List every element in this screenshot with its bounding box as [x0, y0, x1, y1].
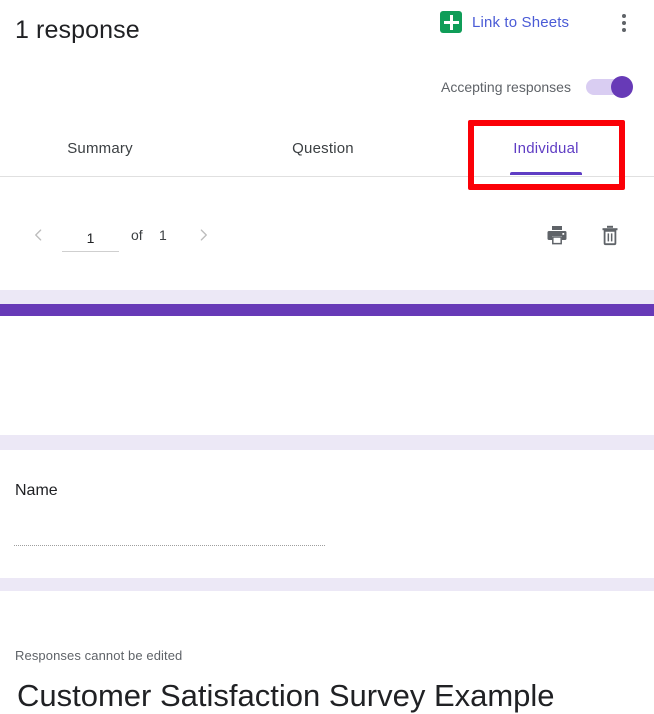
form-band-top [0, 290, 654, 304]
tab-individual-label: Individual [513, 140, 579, 157]
accepting-responses-label: Accepting responses [441, 79, 571, 95]
print-icon[interactable] [545, 223, 571, 249]
pagination-of-label: of [131, 227, 143, 243]
answer-underline [14, 544, 325, 546]
chevron-right-icon[interactable] [190, 221, 218, 249]
responses-cannot-be-edited-notice: Responses cannot be edited [15, 648, 183, 663]
pagination-total-pages: 1 [159, 227, 167, 243]
response-count: 1 response [15, 16, 140, 44]
link-to-sheets-button[interactable]: Link to Sheets [440, 11, 569, 33]
page-number-input[interactable] [62, 224, 119, 252]
form-title: Customer Satisfaction Survey Example [17, 678, 555, 713]
accepting-responses-row: Accepting responses [441, 76, 633, 98]
more-vert-dot [622, 21, 626, 25]
form-question-card: Name [0, 450, 654, 578]
tab-summary-label: Summary [67, 140, 133, 157]
tab-active-underline [510, 172, 582, 175]
question-label-name: Name [15, 482, 58, 499]
more-vert-dot [622, 14, 626, 18]
accepting-responses-toggle[interactable] [585, 76, 633, 98]
responses-page: 1 response Link to Sheets Accepting resp… [0, 0, 654, 713]
google-sheets-icon [440, 11, 462, 33]
tab-question[interactable]: Question [253, 122, 393, 175]
tab-summary[interactable]: Summary [30, 122, 170, 175]
tab-question-label: Question [292, 140, 354, 157]
toggle-knob [610, 76, 633, 98]
form-band-middle [0, 435, 654, 450]
more-vert-icon[interactable] [612, 11, 636, 35]
response-pagination: of 1 [0, 205, 654, 265]
responses-tab-bar: Summary Question Individual [0, 122, 654, 177]
chevron-left-icon[interactable] [24, 221, 52, 249]
tab-individual[interactable]: Individual [476, 122, 616, 175]
form-band-bottom [0, 578, 654, 591]
trash-icon[interactable] [598, 223, 624, 249]
responses-header: 1 response Link to Sheets Accepting resp… [0, 0, 654, 120]
form-accent-bar [0, 304, 654, 316]
form-title-card: Responses cannot be edited Customer Sati… [0, 316, 654, 713]
more-vert-dot [622, 28, 626, 32]
link-to-sheets-label: Link to Sheets [472, 13, 570, 31]
